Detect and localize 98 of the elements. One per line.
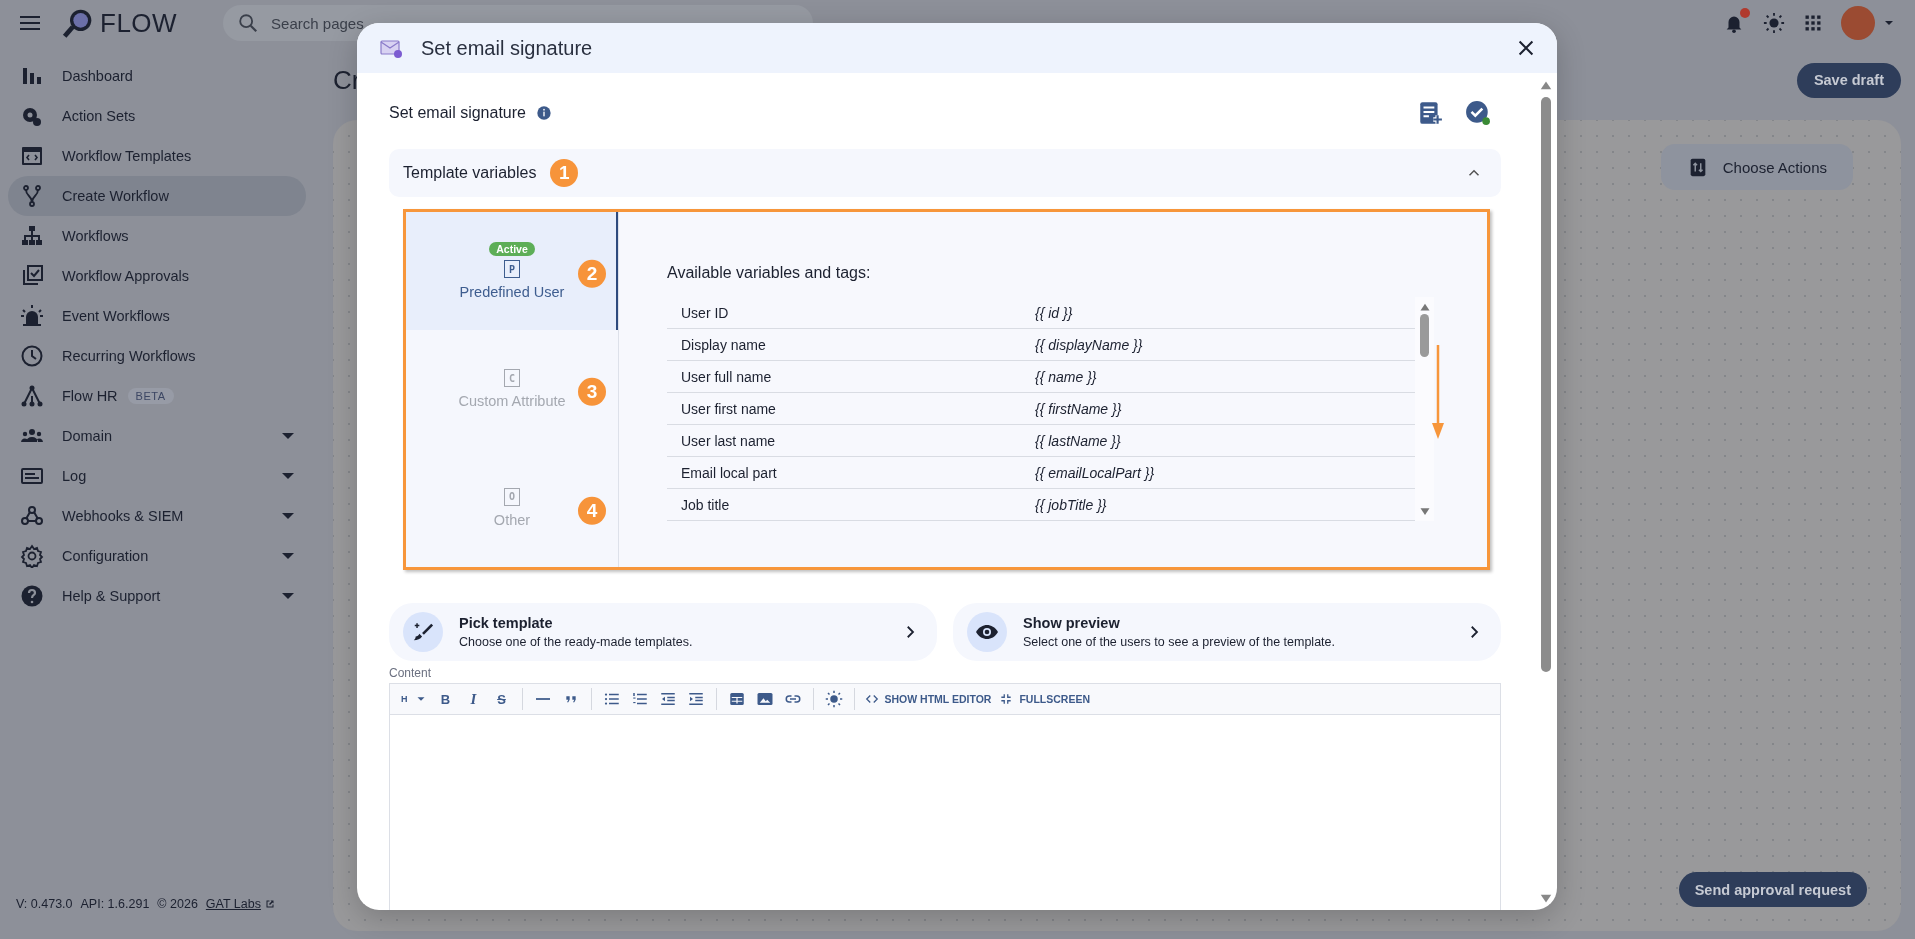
copyright-text: © 2026: [157, 897, 198, 911]
clock-icon: [20, 344, 44, 368]
line-icon: [535, 698, 550, 700]
variable-name-cell: Job title: [667, 488, 1035, 521]
sidebar-item[interactable]: Help & Support: [8, 576, 306, 616]
sidebar-item[interactable]: Workflow Approvals: [8, 256, 306, 296]
variables-heading: Available variables and tags:: [667, 264, 872, 282]
content-label: Content: [389, 666, 433, 680]
settings-icon: [20, 544, 44, 568]
sidebar-item[interactable]: Domain: [8, 416, 306, 456]
beta-badge: BETA: [127, 388, 174, 404]
letter-icon: P: [504, 260, 520, 279]
caret-icon: [282, 513, 294, 519]
apps-grid-icon: [1803, 13, 1823, 33]
help-icon: [20, 584, 44, 608]
heading-button[interactable]: H: [398, 686, 431, 712]
letter-icon: O: [504, 487, 520, 506]
search-icon: [237, 12, 260, 34]
caret-icon: [282, 473, 294, 479]
caret-icon: [282, 553, 294, 559]
callout-number: 2: [578, 259, 606, 288]
choose-actions-button[interactable]: Choose Actions: [1660, 144, 1853, 190]
version-text: V: 0.473.0: [16, 897, 73, 911]
signature-heading: Set email signature: [389, 104, 526, 122]
checklist-icon: [20, 264, 44, 288]
html-editor-button[interactable]: SHOW HTML EDITOR: [861, 686, 995, 712]
sidebar-item[interactable]: Create Workflow: [8, 176, 306, 216]
callout-number: 4: [578, 496, 606, 525]
company-link[interactable]: GAT Labs: [205, 897, 276, 911]
variable-name-cell: User full name: [667, 360, 1035, 393]
image-icon: [755, 690, 774, 708]
webhook-icon: [20, 504, 44, 528]
caret-icon: [282, 433, 294, 439]
page-title: Cr: [333, 64, 361, 96]
variable-name-cell: Display name: [667, 328, 1035, 361]
variable-tag-cell: {{ emailLocalPart }}: [1035, 456, 1415, 489]
sun-icon: [1763, 12, 1785, 34]
card-title: Pick template: [459, 615, 554, 631]
sidebar-item[interactable]: Event Workflows: [8, 296, 306, 336]
caret-icon: [282, 593, 294, 599]
tree-icon: [20, 384, 44, 408]
accordion-header[interactable]: Template variables 1: [389, 149, 1501, 197]
send-approval-button[interactable]: Send approval request: [1678, 872, 1867, 907]
variable-tag-cell: {{ name }}: [1035, 360, 1415, 393]
template-icon: [20, 144, 44, 168]
fullscreen-button[interactable]: FULLSCREEN: [996, 686, 1094, 712]
dialog-title: Set email signature: [421, 36, 593, 60]
strikethrough-button[interactable]: S: [488, 686, 515, 712]
outdent-icon: [658, 690, 677, 708]
branch-icon: [20, 184, 44, 208]
sidebar-item[interactable]: Log: [8, 456, 306, 496]
code-icon: [864, 692, 879, 706]
brush-icon: [412, 621, 434, 643]
italic-button[interactable]: I: [460, 686, 487, 712]
save-draft-button[interactable]: Save draft: [1796, 62, 1901, 98]
variable-tab[interactable]: Active P Predefined User 2: [406, 212, 618, 331]
variable-tag-cell: {{ id }}: [1035, 297, 1415, 329]
variable-name-cell: User first name: [667, 392, 1035, 425]
card-title: Show preview: [1023, 615, 1121, 631]
alarm-light-icon: [20, 304, 44, 328]
action-card[interactable]: Show preview Select one of the users to see a preview of the template.: [953, 603, 1501, 661]
sidebar-item[interactable]: Webhooks & SIEM: [8, 496, 306, 536]
variable-tag-cell: {{ firstName }}: [1035, 392, 1415, 425]
sidebar-item[interactable]: Recurring Workflows: [8, 336, 306, 376]
letter-icon: C: [504, 369, 520, 388]
bold-button[interactable]: B: [432, 686, 459, 712]
variable-tag-cell: {{ lastName }}: [1035, 424, 1415, 457]
callout-number: 3: [578, 378, 606, 407]
callout-number: 1: [550, 159, 579, 187]
card-description: Select one of the users to see a preview of the template.: [1023, 635, 1336, 649]
app-name: FLOW: [100, 7, 178, 39]
hierarchy-icon: [20, 224, 44, 248]
document-add-icon: [1417, 100, 1443, 126]
sidebar-item[interactable]: Workflow Templates: [8, 136, 306, 176]
info-icon: [535, 105, 552, 121]
status-badge: Active: [489, 242, 535, 257]
variable-name-cell: Email local part: [667, 456, 1035, 489]
sidebar-item[interactable]: Configuration: [8, 536, 306, 576]
magnifier-logo-icon: [62, 7, 94, 39]
variable-name-cell: User ID: [667, 297, 1035, 329]
sidebar-item[interactable]: Workflows: [8, 216, 306, 256]
sidebar-item[interactable]: Dashboard: [8, 56, 306, 96]
scrollbar[interactable]: [1415, 297, 1434, 521]
variable-tag-cell: {{ jobTitle }}: [1035, 488, 1415, 521]
scrollbar-thumb[interactable]: [1541, 97, 1551, 672]
scrollbar-thumb[interactable]: [1420, 314, 1429, 357]
indent-icon: [686, 690, 705, 708]
check-circle-icon: [1465, 100, 1491, 126]
sidebar-item[interactable]: Flow HR BETA: [8, 376, 306, 416]
table-icon: [727, 690, 746, 708]
sidebar-item[interactable]: Action Sets: [8, 96, 306, 136]
variable-name-cell: User last name: [667, 424, 1035, 457]
fullscreen-icon: [999, 692, 1014, 706]
variable-tag-cell: {{ displayName }}: [1035, 328, 1415, 361]
sun-icon: [824, 690, 843, 708]
card-description: Choose one of the ready-made templates.: [459, 635, 694, 649]
api-version-text: API: 1.6.291: [80, 897, 150, 911]
action-card[interactable]: Pick template Choose one of the ready-made templates.: [389, 603, 937, 661]
